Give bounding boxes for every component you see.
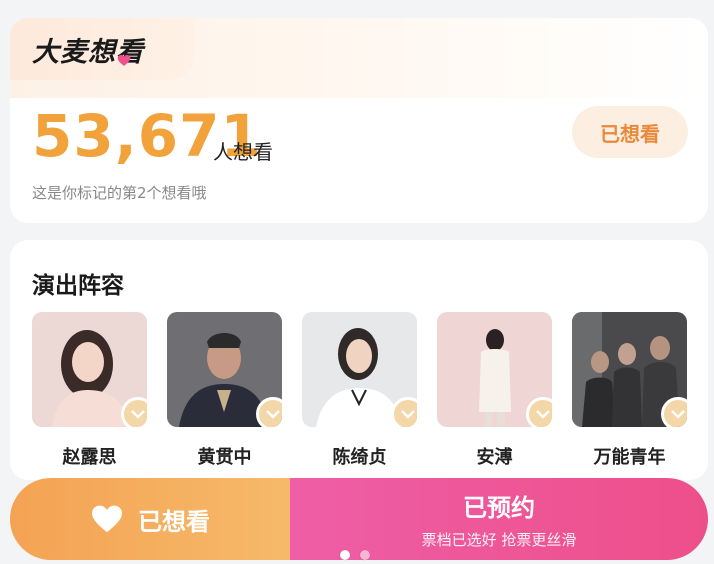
want-count-suffix: 人想看 xyxy=(213,140,273,164)
heart-icon xyxy=(117,55,131,66)
chevron-down-icon xyxy=(256,397,282,427)
want-action-label: 已想看 xyxy=(138,507,210,536)
chevron-down-icon xyxy=(526,397,552,427)
chevron-down-icon xyxy=(391,397,417,427)
cast-member[interactable]: 赵露思 xyxy=(32,312,147,469)
cast-name: 黄贯中 xyxy=(197,447,252,468)
reserve-action-label: 已预约 xyxy=(463,494,535,522)
cast-photo xyxy=(32,312,147,427)
cast-name: 安溥 xyxy=(476,447,513,468)
cast-member[interactable]: 安溥 xyxy=(437,312,552,469)
reserve-action-button[interactable]: 已预约 票档已选好 抢票更丝滑 xyxy=(290,478,708,560)
want-note: 这是你标记的第2个想看哦 xyxy=(32,184,207,202)
already-want-button[interactable]: 已想看 xyxy=(572,106,688,158)
cast-section-title: 演出阵容 xyxy=(32,273,124,299)
chevron-down-icon xyxy=(121,397,147,427)
chevron-down-icon xyxy=(661,397,687,427)
cast-name: 赵露思 xyxy=(62,447,117,468)
cast-photo xyxy=(437,312,552,427)
cast-photo xyxy=(302,312,417,427)
cast-member[interactable]: 黄贯中 xyxy=(167,312,282,469)
cast-card: 演出阵容 赵露思 黄贯中 陈绮贞 安溥 万能青年 xyxy=(10,240,708,480)
heart-icon xyxy=(92,505,122,533)
cast-photo xyxy=(572,312,687,427)
action-bar: 已想看 已预约 票档已选好 抢票更丝滑 xyxy=(10,478,708,560)
cast-member[interactable]: 陈绮贞 xyxy=(302,312,417,469)
want-action-button[interactable]: 已想看 xyxy=(10,478,290,560)
pager-dots xyxy=(340,550,370,560)
pager-dot[interactable] xyxy=(360,550,370,560)
want-card: 大麦想看 53,671 人想看 这是你标记的第2个想看哦 已想看 xyxy=(10,18,708,223)
pager-dot[interactable] xyxy=(340,550,350,560)
cast-member[interactable]: 万能青年 xyxy=(572,312,687,469)
cast-name: 陈绮贞 xyxy=(332,447,387,468)
cast-photo xyxy=(167,312,282,427)
brand-tag: 大麦想看 xyxy=(10,18,195,80)
cast-name: 万能青年 xyxy=(593,447,666,468)
reserve-action-subtitle: 票档已选好 抢票更丝滑 xyxy=(421,531,577,549)
